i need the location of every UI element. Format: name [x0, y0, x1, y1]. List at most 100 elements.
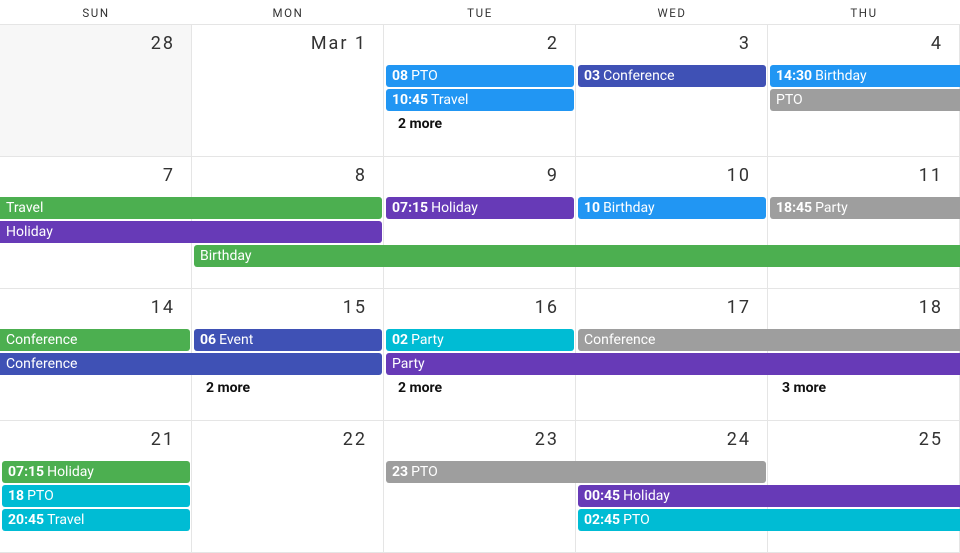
weeks-container: 28Mar 123408PTO03Conference14:30Birthday… — [0, 25, 960, 553]
event-title: Event — [219, 332, 253, 348]
date-number: 17 — [727, 297, 751, 318]
day-cell[interactable]: 9 — [384, 157, 576, 288]
event-title: Holiday — [623, 488, 670, 504]
event-title: Holiday — [47, 464, 94, 480]
event-time: 02:45 — [584, 512, 620, 528]
day-cell[interactable]: Mar 1 — [192, 25, 384, 156]
day-header: TUE — [384, 0, 576, 24]
event-time: 07:15 — [392, 200, 428, 216]
date-number: 21 — [151, 429, 175, 450]
calendar-event[interactable]: 02:45PTO — [578, 509, 960, 531]
day-header: MON — [192, 0, 384, 24]
event-time: 18 — [8, 488, 24, 504]
calendar-event[interactable]: Conference — [0, 353, 382, 375]
day-headers-row: SUNMONTUEWEDTHU — [0, 0, 960, 25]
calendar-event[interactable]: 07:15Holiday — [386, 197, 574, 219]
calendar-event[interactable]: 07:15Holiday — [2, 461, 190, 483]
week-row: 1415161718Conference06Event02PartyConfer… — [0, 289, 960, 421]
more-events-link[interactable]: 2 more — [390, 113, 442, 135]
event-title: Birthday — [200, 248, 252, 264]
date-number: 9 — [547, 165, 559, 186]
event-time: 07:15 — [8, 464, 44, 480]
calendar-event[interactable]: 06Event — [194, 329, 382, 351]
date-number: 3 — [739, 33, 751, 54]
event-time: 18:45 — [776, 200, 812, 216]
more-events-link[interactable]: 2 more — [198, 377, 250, 399]
date-number: 14 — [151, 297, 175, 318]
event-time: 02 — [392, 332, 408, 348]
date-number: 28 — [151, 33, 175, 54]
event-title: Party — [392, 356, 425, 372]
event-title: Party — [815, 200, 848, 216]
day-cell[interactable]: 11 — [768, 157, 960, 288]
event-title: Travel — [6, 200, 43, 216]
day-header: WED — [576, 0, 768, 24]
date-number: 18 — [919, 297, 943, 318]
date-number: Mar 1 — [311, 33, 367, 54]
calendar-event[interactable]: Conference — [0, 329, 190, 351]
calendar-event[interactable]: 18PTO — [2, 485, 190, 507]
calendar-event[interactable]: 20:45Travel — [2, 509, 190, 531]
event-title: PTO — [411, 464, 438, 480]
date-number: 23 — [535, 429, 559, 450]
date-number: 4 — [931, 33, 943, 54]
day-cell[interactable]: 3 — [576, 25, 768, 156]
date-number: 16 — [535, 297, 559, 318]
calendar-event[interactable]: Party — [386, 353, 960, 375]
date-number: 2 — [547, 33, 559, 54]
event-title: Birthday — [815, 68, 867, 84]
calendar-event[interactable]: 23PTO — [386, 461, 766, 483]
event-time: 10:45 — [392, 92, 428, 108]
date-number: 10 — [727, 165, 751, 186]
event-time: 23 — [392, 464, 408, 480]
calendar-event[interactable]: 00:45Holiday — [578, 485, 960, 507]
day-cell[interactable]: 22 — [192, 421, 384, 552]
event-time: 20:45 — [8, 512, 44, 528]
event-title: Conference — [584, 332, 655, 348]
day-cell[interactable]: 23 — [384, 421, 576, 552]
date-number: 11 — [919, 165, 943, 186]
calendar-event[interactable]: 03Conference — [578, 65, 766, 87]
week-row: 212223242507:15Holiday23PTO18PTO00:45Hol… — [0, 421, 960, 553]
event-time: 14:30 — [776, 68, 812, 84]
event-title: Conference — [603, 68, 674, 84]
event-title: Party — [411, 332, 444, 348]
event-title: PTO — [623, 512, 650, 528]
more-events-link[interactable]: 2 more — [390, 377, 442, 399]
calendar-event[interactable]: 02Party — [386, 329, 574, 351]
event-time: 06 — [200, 332, 216, 348]
event-title: Conference — [6, 356, 77, 372]
calendar-event[interactable]: Conference — [578, 329, 960, 351]
calendar-event[interactable]: Holiday — [0, 221, 382, 243]
calendar-event[interactable]: Birthday — [194, 245, 960, 267]
calendar-event[interactable]: 10:45Travel — [386, 89, 574, 111]
event-time: 03 — [584, 68, 600, 84]
event-title: Birthday — [603, 200, 655, 216]
day-cell[interactable]: 28 — [0, 25, 192, 156]
week-row: 28Mar 123408PTO03Conference14:30Birthday… — [0, 25, 960, 157]
calendar-event[interactable]: 18:45Party — [770, 197, 960, 219]
day-header: SUN — [0, 0, 192, 24]
calendar-event[interactable]: 08PTO — [386, 65, 574, 87]
calendar-event[interactable]: PTO — [770, 89, 960, 111]
date-number: 15 — [343, 297, 367, 318]
event-time: 00:45 — [584, 488, 620, 504]
more-events-link[interactable]: 3 more — [774, 377, 826, 399]
day-cell[interactable]: 10 — [576, 157, 768, 288]
event-title: Conference — [6, 332, 77, 348]
date-number: 8 — [355, 165, 367, 186]
calendar-event[interactable]: 14:30Birthday — [770, 65, 960, 87]
calendar-event[interactable]: 10Birthday — [578, 197, 766, 219]
event-title: PTO — [411, 68, 438, 84]
event-title: Holiday — [431, 200, 478, 216]
event-time: 10 — [584, 200, 600, 216]
date-number: 25 — [919, 429, 943, 450]
event-title: Holiday — [6, 224, 53, 240]
event-title: Travel — [47, 512, 84, 528]
event-title: PTO — [27, 488, 54, 504]
calendar-event[interactable]: Travel — [0, 197, 382, 219]
event-title: Travel — [431, 92, 468, 108]
event-title: PTO — [776, 92, 803, 108]
day-header: THU — [768, 0, 960, 24]
date-number: 24 — [727, 429, 751, 450]
